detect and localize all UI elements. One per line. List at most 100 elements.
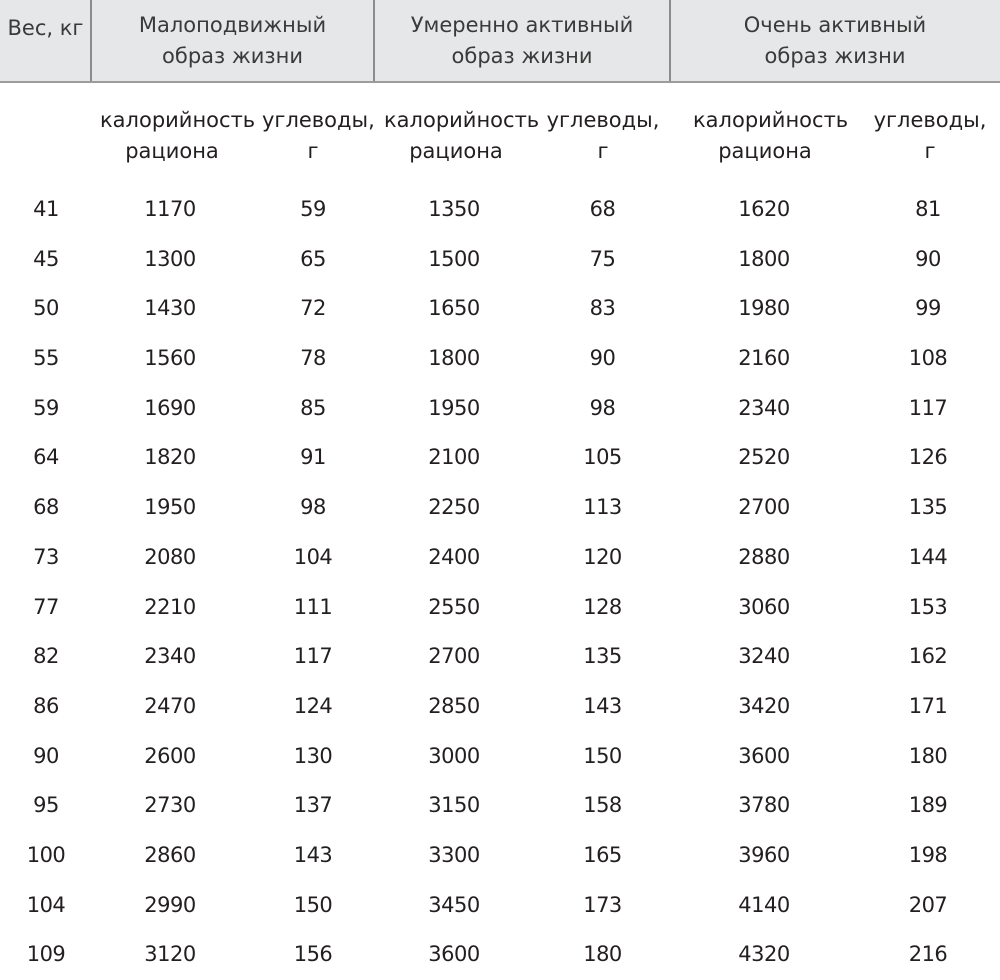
header-group-moderate: Умеренно активный образ жизни [374,0,670,81]
cell-weight: 77 [33,594,59,619]
cell-carbs-very-active: 171 [908,693,948,718]
cell-carbs-sedentary: 91 [300,445,326,470]
cell-calories-moderate: 2550 [428,594,480,619]
cell-calories-moderate: 3300 [428,842,480,867]
cell-calories-sedentary: 1690 [144,395,196,420]
cell-calories-very-active: 2520 [738,445,790,470]
cell-calories-very-active: 1620 [738,197,790,221]
cell-weight: 45 [33,246,59,271]
cell-calories-sedentary: 1950 [144,495,196,520]
cell-carbs-moderate: 165 [583,842,622,867]
cell-carbs-moderate: 90 [589,346,616,371]
cell-calories-sedentary: 1820 [144,445,196,470]
subheader-calories-moderate: калорийность рациона [384,108,540,163]
header-group-moderate-label: Умеренно активный образ жизни [410,12,634,68]
header-group-sedentary: Малоподвижный образ жизни [91,0,374,81]
cell-carbs-very-active: 117 [908,395,948,420]
cell-calories-sedentary: 2470 [144,693,196,718]
cell-carbs-sedentary: 72 [300,296,326,321]
table-row: 104 2990 150 3450 173 4140 207 [0,881,1000,931]
cell-carbs-moderate: 135 [583,644,622,669]
cell-weight: 100 [26,842,66,867]
cell-weight: 86 [33,693,59,718]
cell-calories-moderate: 1800 [428,346,480,371]
cell-carbs-sedentary: 150 [293,892,333,917]
subheader-carbs-very-active: углеводы, г [873,108,987,163]
cell-carbs-sedentary: 85 [300,395,326,420]
cell-carbs-very-active: 189 [908,793,948,818]
cell-calories-moderate: 2250 [428,495,480,520]
cell-calories-sedentary: 2080 [144,544,196,569]
cell-weight: 50 [33,296,59,321]
cell-carbs-sedentary: 117 [293,644,333,669]
cell-carbs-sedentary: 65 [300,246,326,271]
cell-calories-very-active: 3780 [738,793,790,818]
cell-carbs-very-active: 153 [908,594,948,619]
cell-calories-moderate: 3600 [428,942,480,967]
cell-carbs-sedentary: 111 [293,594,333,619]
header-weight-label: Вес, кг [7,16,84,40]
cell-carbs-very-active: 207 [908,892,948,917]
cell-weight: 64 [33,445,59,470]
cell-calories-moderate: 3150 [428,793,480,818]
cell-carbs-sedentary: 104 [293,544,333,569]
cell-carbs-moderate: 83 [589,296,616,321]
cell-carbs-very-active: 81 [915,197,941,221]
cell-calories-moderate: 3000 [428,743,480,768]
cell-carbs-moderate: 120 [583,544,622,569]
cell-calories-very-active: 2340 [738,395,790,420]
cell-calories-very-active: 1980 [738,296,790,321]
table-body: 41 1170 59 1350 68 1620 81 45 1300 65 1500 75 1800 90… [0,185,1000,980]
cell-calories-very-active: 2160 [738,346,790,371]
cell-calories-moderate: 2100 [428,445,480,470]
cell-calories-very-active: 2880 [738,544,790,569]
cell-calories-very-active: 2700 [738,495,790,520]
cell-carbs-very-active: 90 [915,246,941,271]
cell-calories-sedentary: 2860 [144,842,196,867]
cell-carbs-moderate: 75 [589,246,616,271]
cell-carbs-moderate: 143 [583,693,622,718]
header-group-very-active: Очень активный образ жизни [670,0,1000,81]
cell-calories-sedentary: 2340 [144,644,196,669]
cell-carbs-moderate: 113 [583,495,622,520]
cell-carbs-moderate: 68 [589,197,616,221]
cell-carbs-sedentary: 98 [300,495,326,520]
cell-carbs-moderate: 180 [583,942,622,967]
table-row: 86 2470 124 2850 143 3420 171 [0,682,1000,732]
cell-calories-sedentary: 1560 [144,346,196,371]
cell-carbs-moderate: 98 [589,395,616,420]
cell-carbs-moderate: 105 [583,445,622,470]
table-row: 59 1690 85 1950 98 2340 117 [0,384,1000,434]
cell-carbs-moderate: 173 [583,892,622,917]
cell-weight: 73 [33,544,59,569]
cell-carbs-sedentary: 78 [300,346,326,371]
table-row: 55 1560 78 1800 90 2160 108 [0,334,1000,384]
cell-calories-moderate: 2700 [428,644,480,669]
cell-calories-moderate: 1500 [428,246,480,271]
calorie-table-page: Вес, кг Малоподвижный образ жизни Умерен… [0,0,1000,966]
table-row: 41 1170 59 1350 68 1620 81 [0,185,1000,235]
cell-calories-very-active: 3240 [738,644,790,669]
cell-calories-very-active: 3960 [738,842,790,867]
table-row: 68 1950 98 2250 113 2700 135 [0,483,1000,533]
subheader-carbs-sedentary: углеводы, г [262,108,375,163]
header-group-sedentary-label: Малоподвижный образ жизни [138,12,327,68]
cell-carbs-sedentary: 156 [293,942,333,967]
cell-calories-sedentary: 2990 [144,892,196,917]
cell-calories-sedentary: 3120 [144,942,196,967]
cell-carbs-very-active: 99 [915,296,941,321]
cell-weight: 104 [26,892,66,917]
cell-calories-very-active: 3420 [738,693,790,718]
cell-carbs-sedentary: 59 [300,197,326,221]
header-weight: Вес, кг [0,0,91,81]
cell-weight: 109 [26,942,66,967]
cell-carbs-sedentary: 130 [293,743,333,768]
cell-calories-very-active: 3060 [738,594,790,619]
cell-calories-moderate: 3450 [428,892,480,917]
cell-calories-sedentary: 2210 [144,594,196,619]
cell-weight: 59 [33,395,59,420]
cell-calories-moderate: 1350 [428,197,480,221]
cell-carbs-moderate: 128 [583,594,622,619]
table-row: 50 1430 72 1650 83 1980 99 [0,284,1000,334]
cell-carbs-very-active: 108 [908,346,948,371]
